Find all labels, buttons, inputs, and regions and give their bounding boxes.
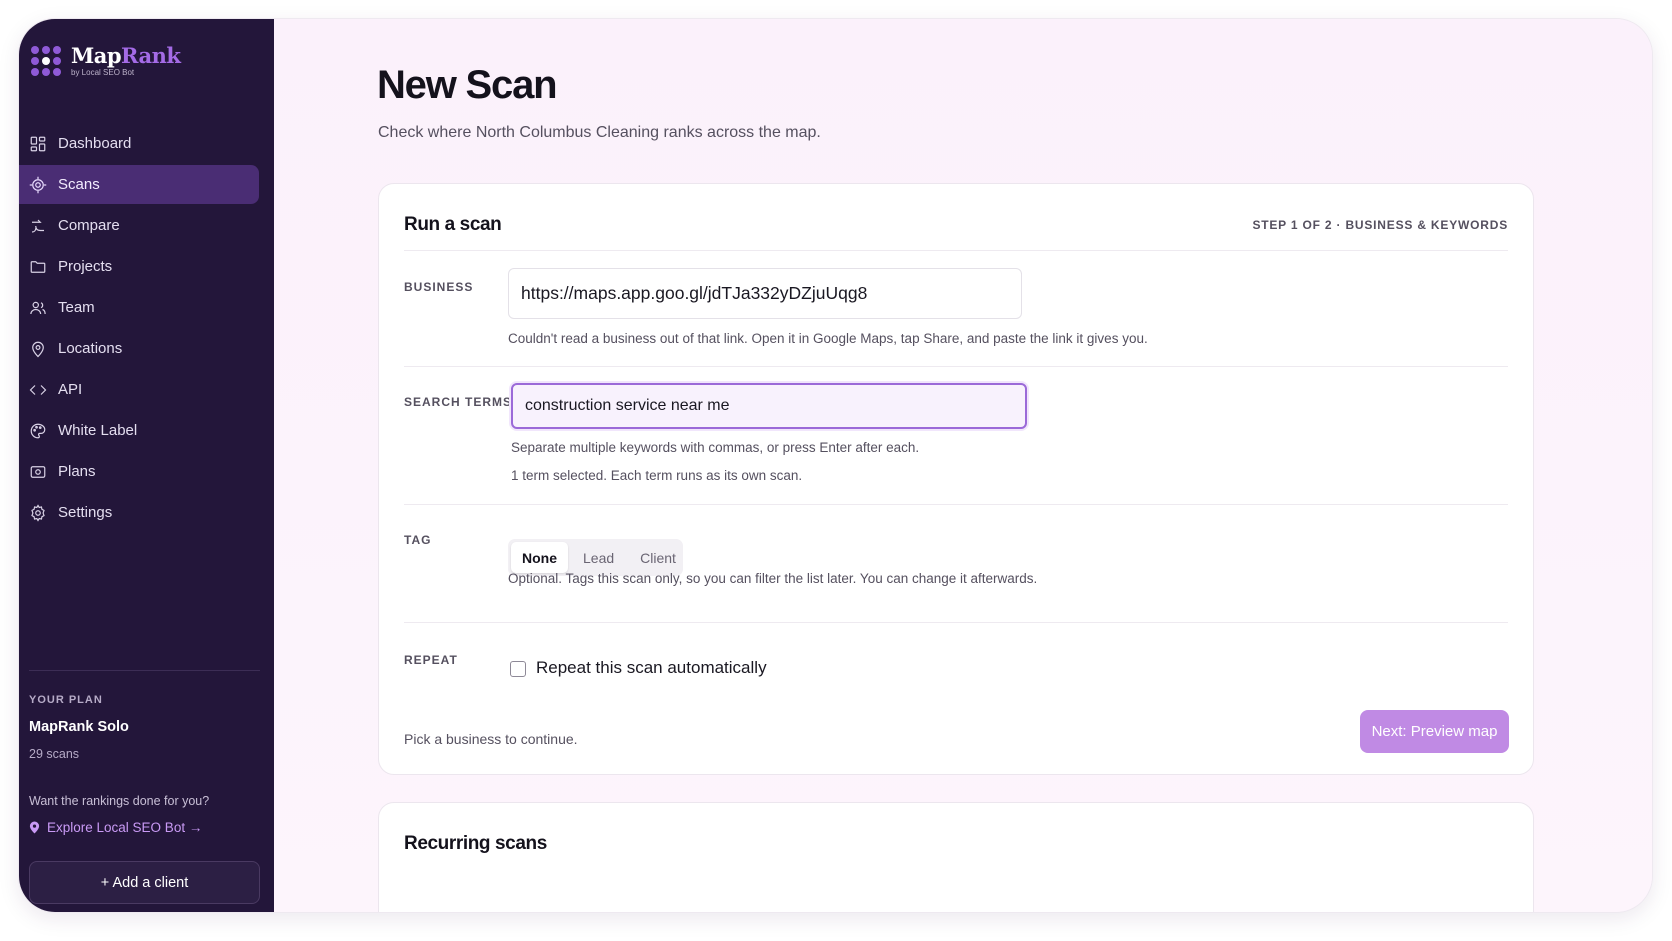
gear-icon (31, 503, 45, 522)
recurring-scans-title: Recurring scans (404, 833, 547, 854)
sidebar-item-label: Settings (58, 504, 113, 521)
compare-icon (31, 219, 44, 233)
sidebar-nav: Dashboard Scans Compare Projects Team Lo… (19, 124, 259, 534)
search-terms-help: Separate multiple keywords with commas, … (511, 440, 920, 455)
divider (404, 250, 1508, 251)
run-scan-card: Run a scan STEP 1 OF 2 · BUSINESS & KEYW… (378, 183, 1534, 775)
sidebar-item-dashboard[interactable]: Dashboard (19, 124, 259, 163)
sidebar-item-label: Locations (58, 340, 123, 357)
divider (404, 366, 1508, 367)
add-client-button[interactable]: + Add a client (29, 861, 260, 904)
maprank-logo-icon (31, 46, 61, 76)
sidebar-item-white-label[interactable]: White Label (19, 411, 259, 450)
sidebar-item-plans[interactable]: Plans (19, 452, 259, 491)
map-pin-icon (32, 341, 44, 357)
tag-help: Optional. Tags this scan only, so you ca… (508, 571, 1038, 586)
logo[interactable]: MapRank by Local SEO Bot (31, 43, 181, 77)
sidebar-item-label: Plans (58, 463, 96, 480)
divider (404, 622, 1508, 623)
palette-icon (30, 423, 46, 438)
sidebar-item-label: API (58, 381, 83, 398)
sidebar-item-label: Dashboard (58, 135, 132, 152)
next-preview-map-button[interactable]: Next: Preview map (1360, 710, 1509, 753)
promo-link-label: Explore Local SEO Bot → (47, 820, 203, 835)
promo-question: Want the rankings done for you? (29, 794, 210, 808)
dashboard-icon (30, 136, 46, 151)
code-icon (29, 384, 47, 395)
footer-note: Pick a business to continue. (404, 731, 578, 747)
target-icon (29, 176, 47, 193)
sidebar: MapRank by Local SEO Bot Dashboard Scans… (19, 19, 274, 912)
map-pin-icon (29, 821, 40, 834)
sidebar-item-team[interactable]: Team (19, 288, 259, 327)
page-subtitle: Check where North Columbus Cleaning rank… (378, 124, 821, 141)
step-indicator: STEP 1 OF 2 · BUSINESS & KEYWORDS (1252, 218, 1508, 232)
plan-name: MapRank Solo (29, 719, 129, 735)
plan-scan-count: 29 scans (29, 747, 80, 761)
tag-option-client[interactable]: Client (629, 542, 687, 573)
page-title: New Scan (377, 63, 558, 107)
sidebar-item-settings[interactable]: Settings (19, 493, 259, 532)
sidebar-item-label: Scans (58, 176, 100, 193)
plans-icon (30, 465, 46, 478)
sidebar-item-projects[interactable]: Projects (19, 247, 259, 286)
brand-name: MapRank (71, 43, 181, 68)
sidebar-item-label: Projects (58, 258, 113, 275)
sidebar-divider (29, 670, 260, 671)
sidebar-item-scans[interactable]: Scans (19, 165, 259, 204)
repeat-checkbox[interactable] (510, 661, 526, 677)
repeat-checkbox-label[interactable]: Repeat this scan automatically (536, 658, 767, 678)
search-terms-label: SEARCH TERMS (404, 395, 513, 409)
business-help: Couldn't read a business out of that lin… (508, 331, 1148, 346)
team-icon (30, 301, 46, 314)
tag-option-lead[interactable]: Lead (572, 542, 625, 573)
repeat-label: REPEAT (404, 653, 458, 667)
recurring-scans-card: Recurring scans (378, 802, 1534, 912)
app-window: MapRank by Local SEO Bot Dashboard Scans… (19, 19, 1652, 912)
sidebar-item-locations[interactable]: Locations (19, 329, 259, 368)
tag-option-none[interactable]: None (511, 542, 568, 573)
business-input[interactable] (508, 268, 1022, 319)
card-title: Run a scan (404, 214, 502, 235)
folder-icon (30, 260, 46, 273)
search-terms-count: 1 term selected. Each term runs as its o… (511, 468, 803, 483)
brand-tagline: by Local SEO Bot (71, 68, 135, 77)
sidebar-item-api[interactable]: API (19, 370, 259, 409)
tag-label: TAG (404, 533, 432, 547)
divider (404, 504, 1508, 505)
business-label: BUSINESS (404, 280, 474, 294)
sidebar-item-label: Compare (58, 217, 120, 234)
sidebar-item-label: Team (58, 299, 95, 316)
plan-label: YOUR PLAN (29, 694, 103, 706)
promo-link[interactable]: Explore Local SEO Bot → (29, 820, 202, 835)
main-content: New Scan Check where North Columbus Clea… (274, 19, 1652, 912)
sidebar-item-compare[interactable]: Compare (19, 206, 259, 245)
sidebar-item-label: White Label (58, 422, 138, 439)
search-terms-input[interactable] (511, 383, 1027, 429)
